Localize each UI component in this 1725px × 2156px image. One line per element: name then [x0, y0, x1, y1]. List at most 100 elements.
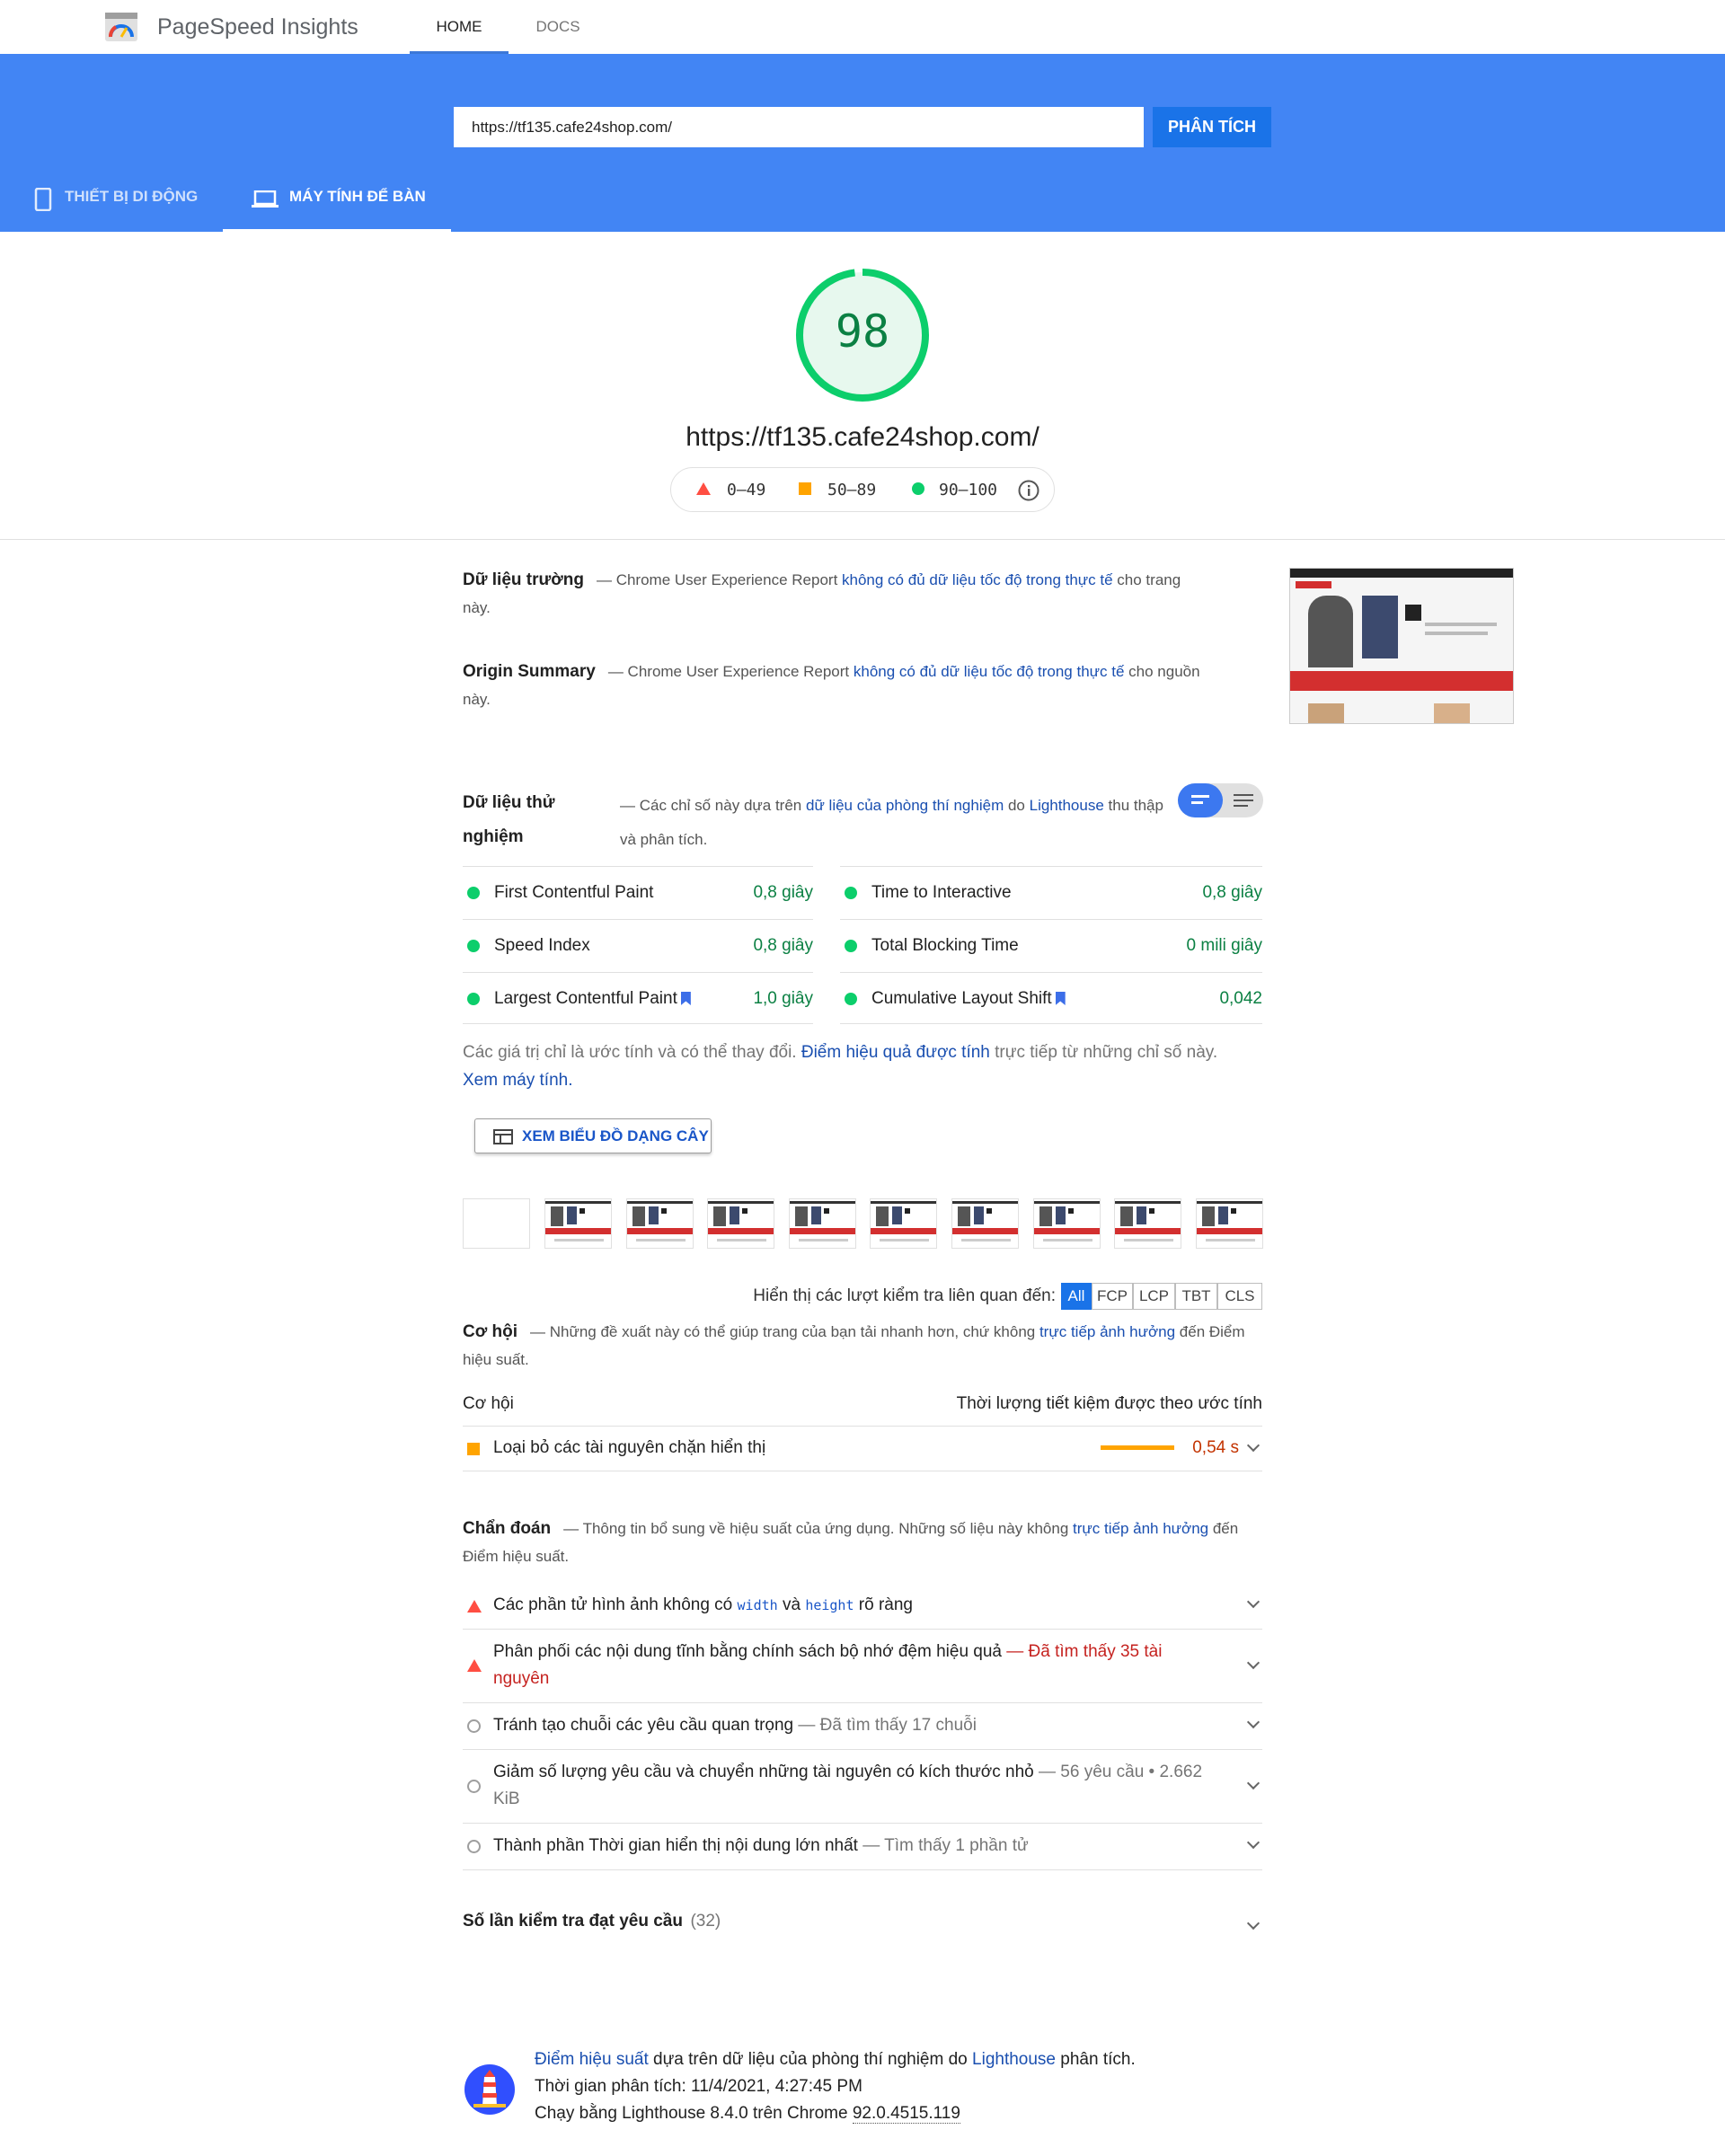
field-data-text: — Chrome User Experience Report — [596, 571, 843, 588]
pass-circle-icon — [467, 887, 480, 899]
diagnostics-link[interactable]: trực tiếp ảnh hưởng — [1073, 1520, 1208, 1537]
filmstrip-frame — [951, 1198, 1019, 1249]
diagnostic-label-part: và — [777, 1595, 806, 1614]
note-text-mid: trực tiếp từ những chỉ số này. — [989, 1043, 1218, 1062]
nav-tab-docs[interactable]: DOCS — [509, 0, 607, 54]
code-height: height — [805, 1597, 854, 1613]
url-input[interactable] — [454, 107, 1144, 147]
legend-average: 50–89 — [827, 481, 877, 499]
diagnostic-critical-chains[interactable]: Tránh tạo chuỗi các yêu cầu quan trọng —… — [463, 1703, 1262, 1750]
opportunities-link[interactable]: trực tiếp ảnh hưởng — [1039, 1323, 1175, 1340]
metric-label: Total Blocking Time — [871, 936, 1019, 955]
metric-label: Largest Contentful Paint — [494, 989, 677, 1008]
footer-text-end: phân tích. — [1056, 2050, 1136, 2069]
tab-mobile[interactable]: THIẾT BỊ DI ĐỘNG — [0, 175, 216, 232]
web-vital-bookmark-icon — [680, 992, 691, 1005]
tab-desktop[interactable]: MÁY TÍNH ĐỂ BÀN — [223, 175, 451, 232]
chevron-down-icon — [1246, 1776, 1261, 1790]
compact-view-icon — [1191, 795, 1209, 804]
performance-score-link[interactable]: Điểm hiệu suất — [535, 2050, 649, 2069]
filter-lcp[interactable]: LCP — [1133, 1283, 1175, 1310]
passed-audits-toggle[interactable]: Số lần kiểm tra đạt yêu cầu (32) — [463, 1912, 1262, 1948]
metric-value: 0,8 giây — [753, 883, 813, 902]
origin-summary-text: — Chrome User Experience Report — [607, 663, 854, 680]
filmstrip-frame — [1195, 1198, 1263, 1249]
filmstrip-frame — [625, 1198, 694, 1249]
footer-lighthouse-link[interactable]: Lighthouse — [972, 2050, 1056, 2069]
opportunities-col-right: Thời lượng tiết kiệm được theo ước tính — [956, 1394, 1262, 1413]
legend-pass: 90–100 — [939, 481, 998, 499]
pass-circle-icon — [912, 482, 924, 495]
note-text: Các giá trị chỉ là ước tính và có thể th… — [463, 1043, 801, 1062]
lab-data-title: Dữ liệu thử nghiệm — [463, 793, 555, 846]
metric-value: 1,0 giây — [753, 989, 813, 1008]
metric-si: Speed Index 0,8 giây — [463, 919, 813, 971]
metric-label: First Contentful Paint — [494, 883, 654, 902]
toggle-compact-view[interactable] — [1178, 783, 1223, 817]
lighthouse-link[interactable]: Lighthouse — [1030, 797, 1104, 814]
pass-circle-icon — [845, 940, 857, 952]
lab-data-text-mid: do — [1004, 797, 1030, 814]
score-calc-link[interactable]: Điểm hiệu quả được tính — [801, 1043, 990, 1062]
pass-circle-icon — [845, 993, 857, 1005]
info-icon[interactable] — [1018, 480, 1039, 501]
diagnostics-section: Chẩn đoán — Thông tin bổ sung về hiệu suấ… — [463, 1515, 1262, 1570]
metric-label: Speed Index — [494, 936, 590, 955]
view-treemap-button[interactable]: XEM BIỂU ĐỒ DẠNG CÂY — [474, 1118, 712, 1153]
opportunities-text: — Những đề xuất này có thể giúp trang củ… — [530, 1323, 1039, 1340]
informative-circle-icon — [467, 1719, 481, 1733]
diagnostic-detail: — Đã tìm thấy 17 chuỗi — [798, 1716, 977, 1735]
metric-tbt: Total Blocking Time 0 mili giây — [840, 919, 1262, 971]
nav-tab-home[interactable]: HOME — [410, 0, 509, 54]
field-data-section: Dữ liệu trường — Chrome User Experience R… — [463, 566, 1208, 622]
field-data-title: Dữ liệu trường — [463, 570, 584, 589]
filter-tbt[interactable]: TBT — [1175, 1283, 1217, 1310]
metric-label-wrap: Largest Contentful Paint — [494, 973, 691, 1025]
lighthouse-logo-icon — [464, 2064, 515, 2115]
metric-cls: Cumulative Layout Shift 0,042 — [840, 972, 1262, 1024]
lab-data-link[interactable]: dữ liệu của phòng thí nghiệm — [806, 797, 1004, 814]
diagnostic-label: Thành phần Thời gian hiển thị nội dung l… — [493, 1836, 1029, 1856]
calculator-link[interactable]: Xem máy tính. — [463, 1071, 573, 1090]
origin-summary-link[interactable]: không có đủ dữ liệu tốc độ trong thực tế — [854, 663, 1125, 680]
diagnostic-resource-summary[interactable]: Giảm số lượng yêu cầu và chuyển những tà… — [463, 1750, 1262, 1824]
diagnostic-cache-policy[interactable]: Phân phối các nội dung tĩnh bằng chính s… — [463, 1630, 1262, 1703]
filmstrip-frame — [1114, 1198, 1182, 1249]
treemap-icon — [493, 1129, 513, 1144]
top-bar: PageSpeed Insights HOME DOCS — [0, 0, 1725, 54]
chevron-down-icon — [1246, 1715, 1261, 1729]
diagnostic-lcp-element[interactable]: Thành phần Thời gian hiển thị nội dung l… — [463, 1824, 1262, 1870]
field-data-link[interactable]: không có đủ dữ liệu tốc độ trong thực tế — [842, 571, 1113, 588]
opportunity-render-blocking[interactable]: Loại bỏ các tài nguyên chặn hiển thị 0,5… — [463, 1427, 1262, 1471]
diagnostic-label-text: Thành phần Thời gian hiển thị nội dung l… — [493, 1836, 863, 1855]
diagnostic-unsized-images[interactable]: Các phần tử hình ảnh không có width và h… — [463, 1583, 1262, 1630]
filter-all[interactable]: All — [1061, 1283, 1092, 1310]
diagnostic-label-text: Phân phối các nội dung tĩnh bằng chính s… — [493, 1642, 1007, 1661]
report-footer: Điểm hiệu suất dựa trên dữ liệu của phòn… — [535, 2046, 1343, 2127]
analyze-button[interactable]: PHÂN TÍCH — [1153, 107, 1271, 147]
metric-label: Cumulative Layout Shift — [871, 989, 1052, 1008]
laptop-icon — [252, 190, 279, 208]
diagnostic-label: Giảm số lượng yêu cầu và chuyển những tà… — [493, 1759, 1212, 1813]
url-header: PHÂN TÍCH THIẾT BỊ DI ĐỘNG MÁY TÍNH ĐỂ B… — [0, 54, 1725, 232]
footer-line-3: Chạy bằng Lighthouse 8.4.0 trên Chrome 9… — [535, 2100, 1343, 2127]
diagnostic-label-text: Giảm số lượng yêu cầu và chuyển những tà… — [493, 1763, 1039, 1781]
informative-circle-icon — [467, 1780, 481, 1793]
estimate-note: Các giá trị chỉ là ước tính và có thể th… — [463, 1038, 1235, 1094]
filter-fcp[interactable]: FCP — [1092, 1283, 1133, 1310]
diagnostic-label-part: rõ ràng — [854, 1595, 913, 1614]
pass-circle-icon — [845, 887, 857, 899]
opportunities-header: Cơ hội Thời lượng tiết kiệm được theo ướ… — [463, 1389, 1262, 1427]
savings-bar — [1101, 1445, 1174, 1450]
diagnostics-title: Chẩn đoán — [463, 1519, 552, 1538]
metrics-view-toggle[interactable] — [1178, 783, 1263, 817]
metric-value: 0 mili giây — [1186, 936, 1262, 955]
filter-cls[interactable]: CLS — [1217, 1283, 1262, 1310]
web-vital-bookmark-icon — [1055, 992, 1066, 1005]
filmstrip-frame — [788, 1198, 856, 1249]
metric-value: 0,8 giây — [1202, 883, 1262, 902]
phone-icon — [34, 188, 52, 211]
score-legend: 0–49 50–89 90–100 — [670, 467, 1055, 512]
expanded-view-icon[interactable] — [1234, 794, 1253, 808]
audit-filter: Hiển thị các lượt kiểm tra liên quan đến… — [463, 1280, 1262, 1310]
